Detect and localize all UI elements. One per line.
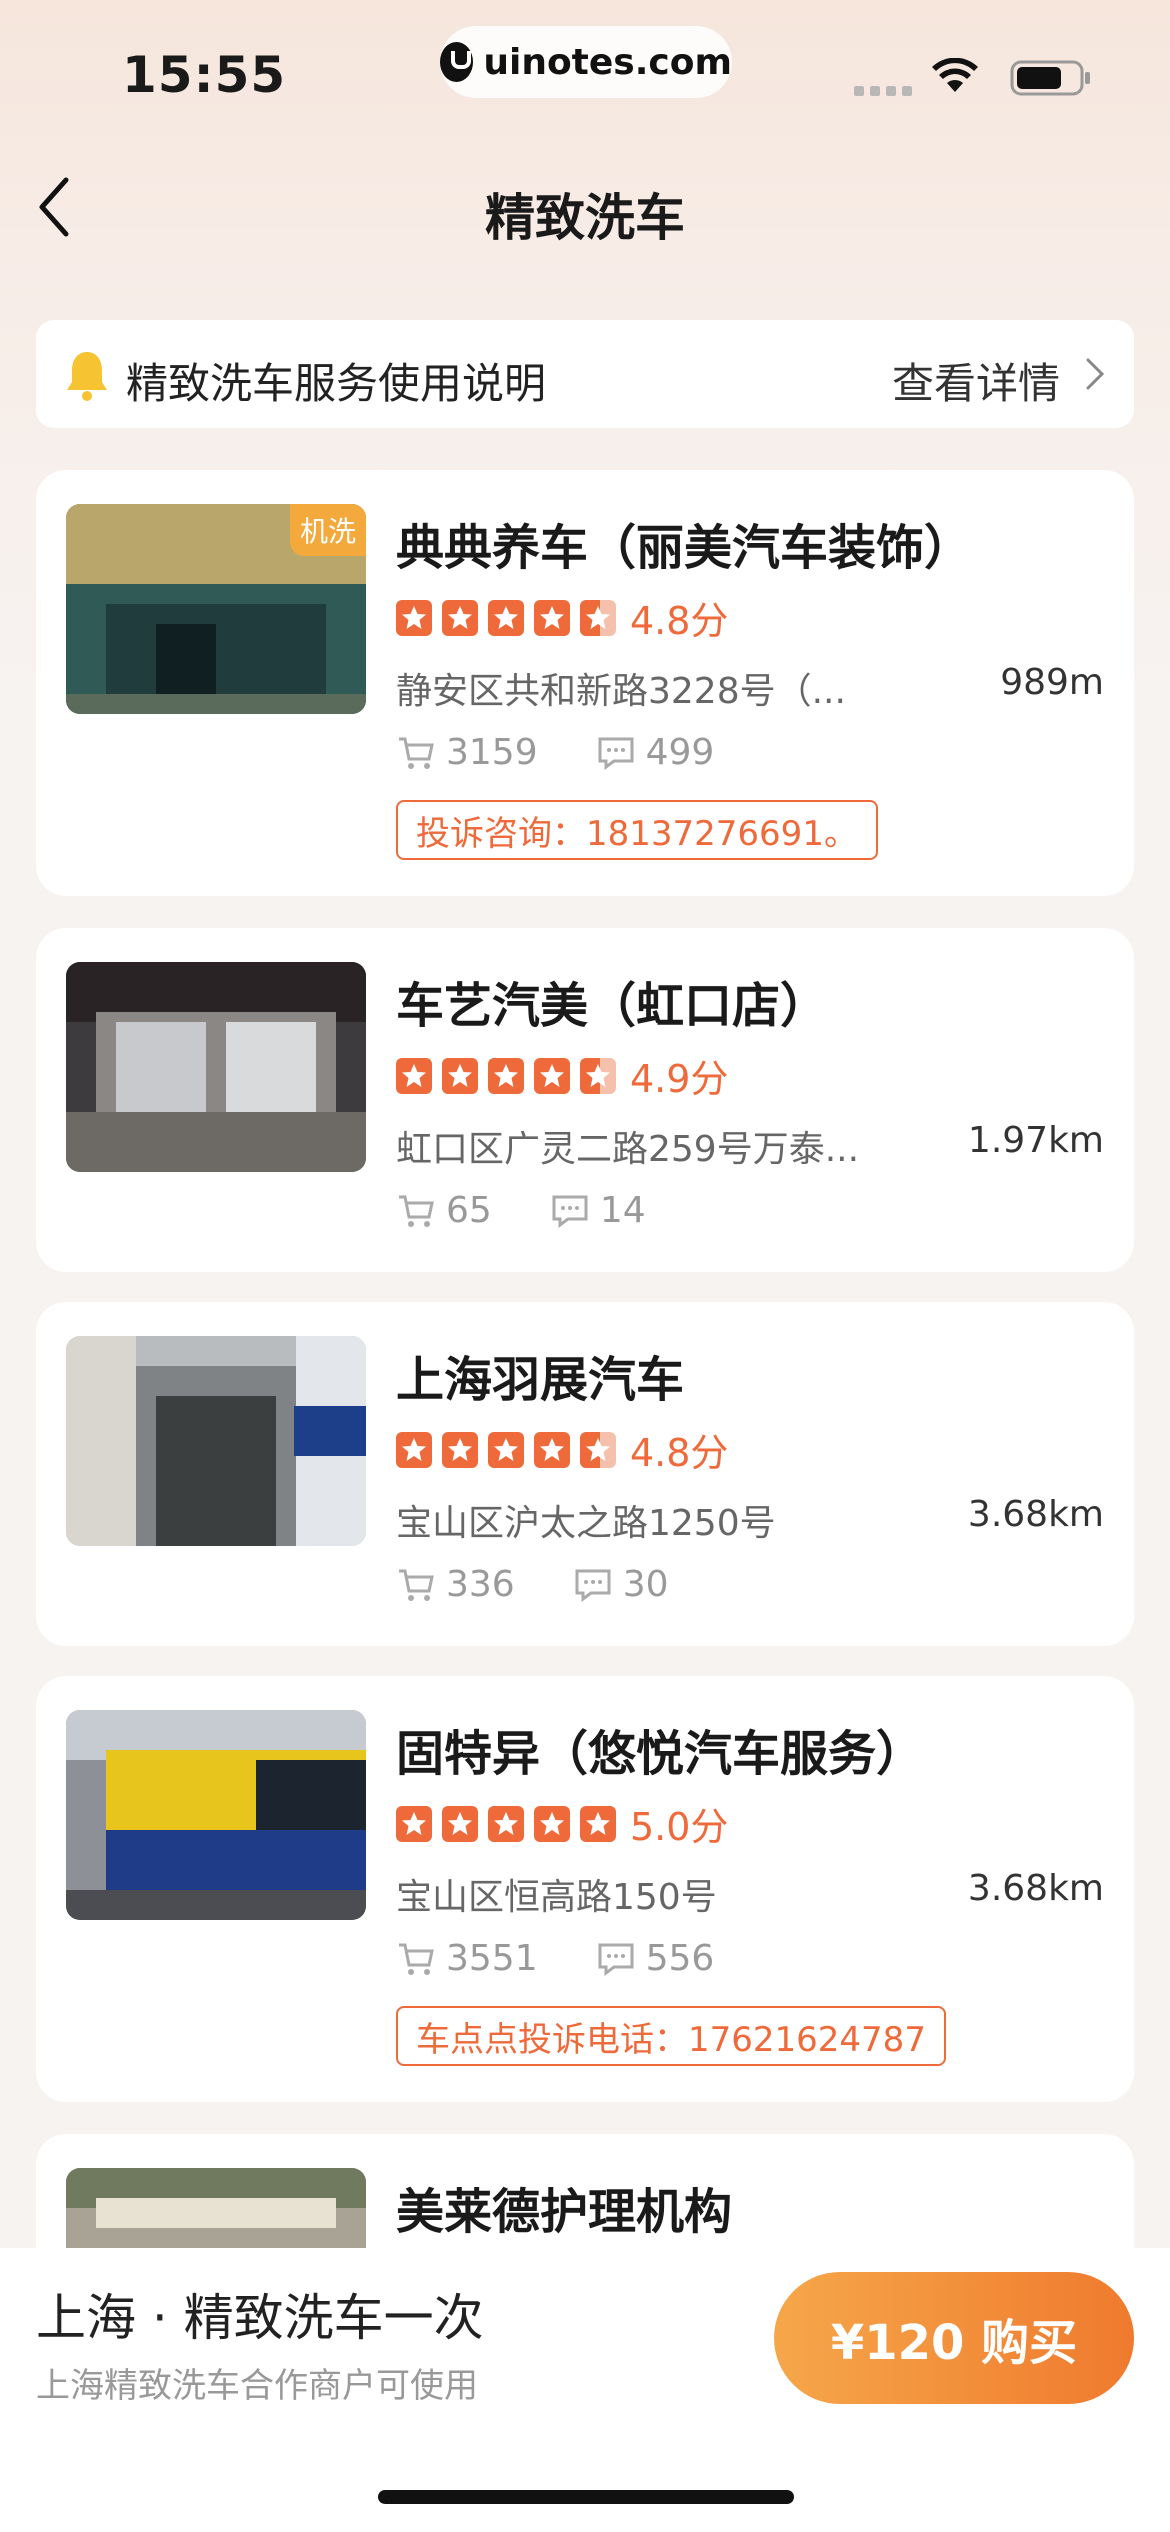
order-count: 65: [446, 1190, 492, 1231]
shop-photo: [66, 962, 366, 1172]
bell-icon: [67, 352, 107, 401]
shop-photo: [66, 1336, 366, 1546]
shop-card[interactable]: 车艺汽美（虹口店） 4.9分 虹口区广灵二路259号万泰... 1.97km 6…: [36, 928, 1134, 1272]
wifi-icon: [932, 58, 978, 92]
rating-score: 4.8分: [630, 1431, 729, 1475]
home-indicator: [378, 2490, 794, 2504]
star-icon: [442, 1431, 478, 1468]
cart-icon: [399, 737, 434, 769]
package-subtitle: 上海精致洗车合作商户可使用: [36, 2366, 478, 2406]
package-title: 上海 · 精致洗车一次: [36, 2289, 484, 2347]
site-logo-icon: [440, 42, 474, 82]
service-notice[interactable]: 精致洗车服务使用说明 查看详情: [36, 320, 1134, 428]
star-icon: [488, 1057, 524, 1094]
view-details-link[interactable]: 查看详情: [892, 350, 1060, 411]
complaint-badge: 投诉咨询：18137276691。: [396, 800, 878, 860]
buy-button[interactable]: ¥120 购买: [774, 2272, 1134, 2404]
star-icon: [534, 1057, 570, 1094]
comment-count: 30: [622, 1564, 669, 1605]
cart-icon: [399, 1943, 434, 1975]
shop-address: 宝山区沪太之路1250号: [396, 1503, 776, 1544]
star-icon: [488, 1805, 524, 1842]
star-icon: [442, 1805, 478, 1842]
order-count: 3159: [446, 732, 538, 773]
cart-icon: [399, 1195, 434, 1227]
shop-stats: 3551 556: [396, 1938, 772, 1979]
order-count: 3551: [446, 1938, 538, 1979]
rating: 5.0分: [396, 1796, 728, 1851]
shop-distance: 3.68km: [967, 1868, 1104, 1909]
shop-address: 静安区共和新路3228号（...: [396, 671, 846, 712]
shop-distance: 1.97km: [967, 1120, 1104, 1161]
half-star-icon: [580, 1057, 616, 1094]
shop-photo: 机洗: [66, 504, 366, 714]
star-icon: [488, 599, 524, 636]
rating-stars: [396, 1431, 616, 1468]
star-icon: [396, 599, 432, 636]
half-star-icon: [580, 599, 616, 636]
rating-score: 5.0分: [630, 1805, 729, 1849]
shop-name: 车艺汽美（虹口店）: [396, 978, 829, 1034]
star-icon: [442, 599, 478, 636]
comment-count: 14: [599, 1190, 646, 1231]
chevron-right-icon: [1086, 358, 1105, 390]
rating: 4.8分: [396, 1422, 728, 1477]
rating: 4.9分: [396, 1048, 728, 1103]
shop-name: 美莱德护理机构: [396, 2184, 733, 2240]
rating-score: 4.9分: [630, 1057, 729, 1101]
half-star-icon: [580, 1431, 616, 1468]
rating-score: 4.8分: [630, 599, 729, 643]
star-icon: [396, 1431, 432, 1468]
battery-icon: [1010, 60, 1090, 96]
shop-distance: 3.68km: [967, 1494, 1104, 1535]
star-icon: [534, 1805, 570, 1842]
comment-icon: [598, 737, 634, 770]
star-icon: [396, 1057, 432, 1094]
shop-name: 典典养车（丽美汽车装饰）: [396, 520, 973, 576]
star-icon: [442, 1057, 478, 1094]
shop-card[interactable]: 上海羽展汽车 4.8分 宝山区沪太之路1250号 3.68km 336 30: [36, 1302, 1134, 1646]
rating-stars: [396, 599, 616, 636]
rating-stars: [396, 1805, 616, 1842]
shop-address: 宝山区恒高路150号: [396, 1877, 717, 1918]
shop-card[interactable]: 固特异（悠悦汽车服务） 5.0分 宝山区恒高路150号 3.68km 3551 …: [36, 1676, 1134, 2102]
shop-stats: 3159 499: [396, 732, 772, 773]
comment-count: 499: [645, 732, 715, 773]
star-icon: [396, 1805, 432, 1842]
shop-card[interactable]: 机洗 典典养车（丽美汽车装饰） 4.8分 静安区共和新路3228号（... 98…: [36, 470, 1134, 896]
cart-icon: [399, 1569, 434, 1601]
shop-photo: [66, 1710, 366, 1920]
star-icon: [580, 1805, 616, 1842]
signal-icon: [854, 86, 912, 96]
comment-count: 556: [645, 1938, 715, 1979]
comment-icon: [575, 1569, 611, 1602]
url-text: uinotes.com: [483, 41, 732, 83]
shop-distance: 989m: [1000, 662, 1104, 703]
rating: 4.8分: [396, 590, 728, 645]
star-icon: [488, 1431, 524, 1468]
shop-stats: 65 14: [396, 1190, 704, 1231]
shop-name: 固特异（悠悦汽车服务）: [396, 1726, 925, 1782]
rating-stars: [396, 1057, 616, 1094]
notice-text: 精致洗车服务使用说明: [126, 359, 547, 408]
comment-icon: [552, 1195, 588, 1228]
status-bar: 15:55 uinotes.com: [0, 0, 1170, 140]
shop-address: 虹口区广灵二路259号万泰...: [396, 1129, 860, 1170]
wash-type-tag: 机洗: [289, 504, 366, 556]
shop-name: 上海羽展汽车: [396, 1352, 685, 1408]
page-title: 精致洗车: [485, 189, 685, 247]
url-pill[interactable]: uinotes.com: [440, 26, 732, 98]
complaint-badge: 车点点投诉电话：17621624787: [396, 2006, 946, 2066]
star-icon: [534, 1431, 570, 1468]
comment-icon: [598, 1943, 634, 1976]
status-time: 15:55: [122, 46, 287, 104]
order-count: 336: [446, 1564, 515, 1605]
shop-stats: 336 30: [396, 1564, 727, 1605]
star-icon: [534, 599, 570, 636]
